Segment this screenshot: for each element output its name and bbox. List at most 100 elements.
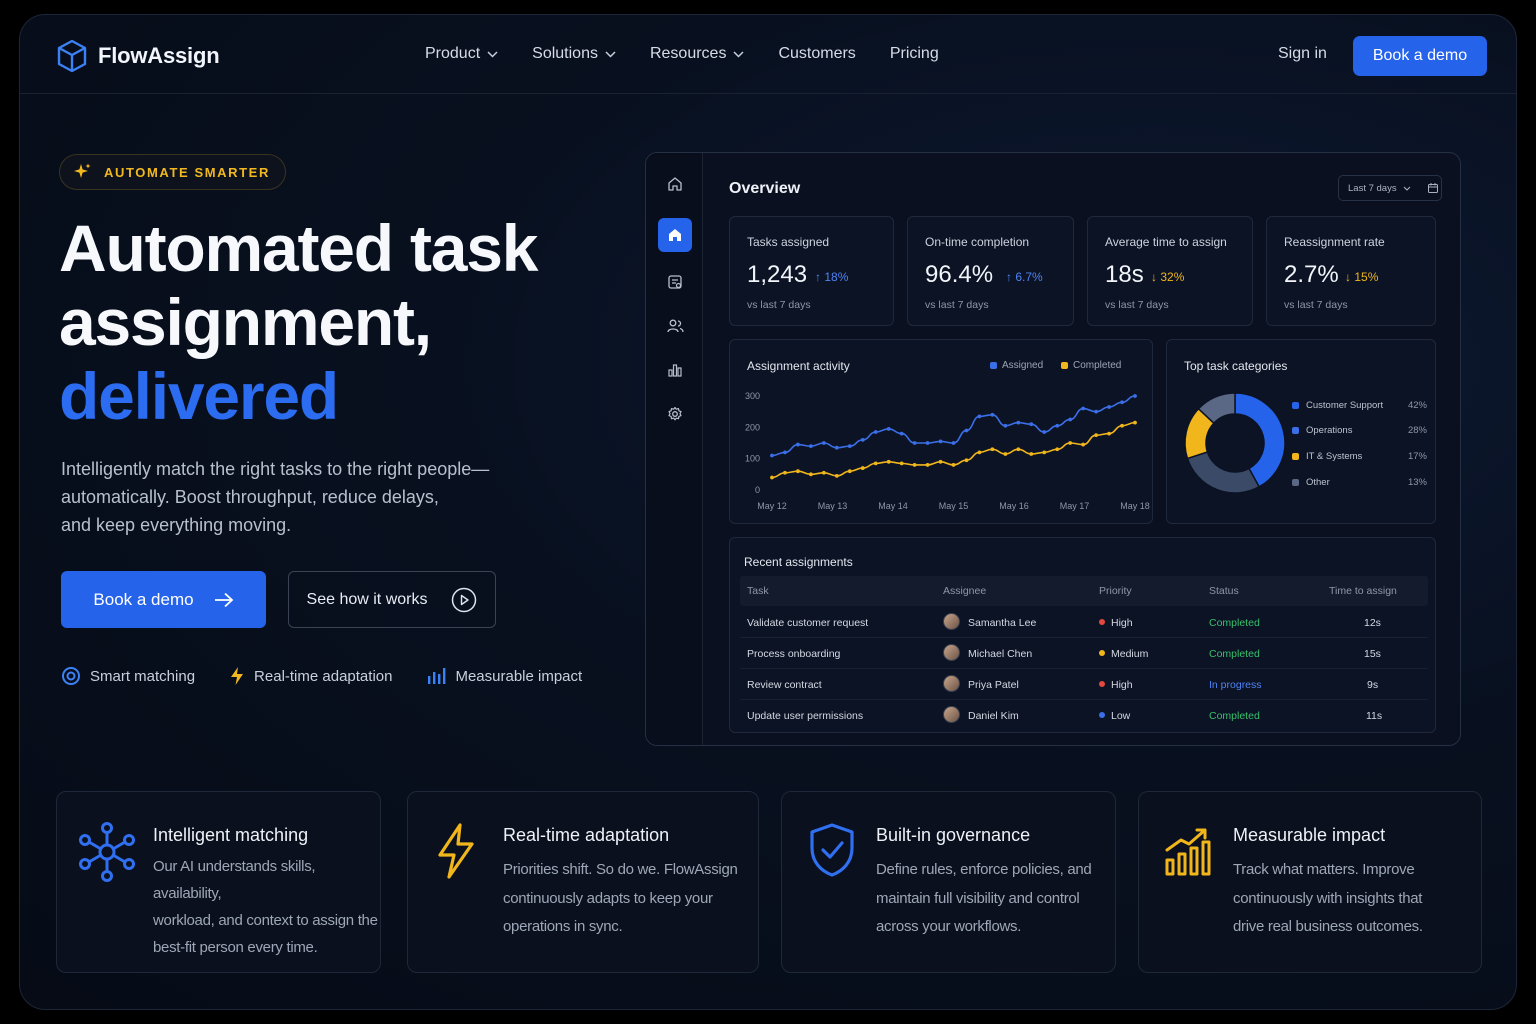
- chevron-down-icon: [605, 51, 616, 58]
- stat-label: Average time to assign: [1105, 235, 1227, 249]
- cell-task: Process onboarding: [747, 648, 841, 660]
- data-point-assigned: [1016, 420, 1021, 425]
- category-row: Other 13%: [1292, 477, 1427, 488]
- stat-delta-value: 15%: [1354, 270, 1379, 284]
- hero-book-demo-button[interactable]: Book a demo: [61, 571, 266, 628]
- top-categories-panel: Top task categories Customer Support 42% …: [1166, 339, 1436, 524]
- stat-card-tasks-assigned: Tasks assigned 1,243 ↑ 18% vs last 7 day…: [729, 216, 894, 326]
- subtitle-line: automatically. Boost throughput, reduce …: [61, 487, 439, 507]
- feature-body: Define rules, enforce policies, and main…: [876, 856, 1092, 942]
- feature-body-line: continuously adapts to keep your: [503, 889, 713, 907]
- feature-body-line: workload, and context to assign the: [153, 912, 378, 929]
- data-point-assigned: [1068, 417, 1073, 422]
- column-header[interactable]: Assignee: [943, 585, 986, 597]
- highlight-real-time-adaptation: Real-time adaptation: [229, 666, 392, 686]
- menu-item-resources[interactable]: Resources: [650, 45, 744, 63]
- home-outline-icon: [668, 177, 682, 191]
- feature-body-line: Our AI understands skills, availability,: [153, 858, 316, 902]
- data-point-completed: [783, 470, 787, 475]
- panel-title: Top task categories: [1184, 359, 1288, 373]
- data-point-assigned: [938, 439, 943, 444]
- sidebar-users[interactable]: [658, 309, 692, 343]
- table-row[interactable]: Process onboarding Michael Chen Medium C…: [740, 638, 1428, 669]
- data-point-completed: [834, 474, 839, 478]
- lightning-icon: [231, 667, 244, 685]
- feature-body-line: best-fit person every time.: [153, 939, 318, 956]
- feature-body-line: across your workflows.: [876, 918, 1022, 935]
- lightning-icon: [438, 823, 474, 879]
- column-header[interactable]: Task: [747, 585, 769, 597]
- data-point-completed: [990, 447, 995, 452]
- column-header[interactable]: Status: [1209, 585, 1239, 597]
- menu-item-customers[interactable]: Customers: [778, 45, 855, 63]
- feature-title: Built-in governance: [876, 825, 1031, 845]
- feature-title: Real-time adaptation: [503, 825, 670, 845]
- cell-task: Review contract: [747, 679, 822, 691]
- category-label: Other: [1306, 477, 1330, 488]
- data-point-assigned: [912, 441, 917, 445]
- sidebar-home-outline[interactable]: [658, 167, 692, 201]
- feature-title: Measurable impact: [1233, 825, 1386, 845]
- stat-label: Reassignment rate: [1284, 235, 1385, 249]
- menu-label: Resources: [649, 45, 727, 62]
- menu-item-solutions[interactable]: Solutions: [532, 45, 616, 63]
- category-swatch: [1292, 479, 1299, 486]
- stat-foot: vs last 7 days: [1284, 299, 1348, 311]
- data-point-assigned: [847, 444, 852, 449]
- avatar: [943, 675, 960, 692]
- sign-in-link[interactable]: Sign in: [1278, 45, 1327, 63]
- data-point-assigned: [783, 450, 787, 455]
- cell-priority: Low: [1099, 710, 1130, 722]
- data-point-completed: [796, 469, 800, 474]
- growth-chart-icon: [1165, 828, 1211, 876]
- sidebar-home-active[interactable]: [658, 218, 692, 252]
- sidebar-analytics[interactable]: [658, 353, 692, 387]
- panel-title: Recent assignments: [744, 555, 853, 569]
- cell-status: In progress: [1209, 679, 1262, 691]
- see-how-it-works-button[interactable]: See how it works: [288, 571, 496, 628]
- table-row[interactable]: Review contract Priya Patel High In prog…: [740, 669, 1428, 700]
- date-range-select[interactable]: Last 7 days: [1338, 175, 1442, 201]
- column-header[interactable]: Priority: [1099, 585, 1132, 597]
- data-point-assigned: [977, 414, 982, 419]
- column-header[interactable]: Time to assign: [1329, 585, 1397, 597]
- data-point-assigned: [1081, 406, 1086, 411]
- menu-item-product[interactable]: Product: [425, 45, 498, 63]
- data-point-assigned: [1003, 423, 1008, 428]
- data-point-completed: [912, 463, 917, 467]
- cell-assignee: Priya Patel: [968, 679, 1019, 691]
- sidebar-settings[interactable]: [658, 397, 692, 431]
- data-point-completed: [938, 459, 943, 464]
- feature-body-line: Priorities shift. So do we. FlowAssign: [503, 861, 738, 878]
- stat-delta: ↑ 6.7%: [1006, 270, 1043, 284]
- stat-value: 96.4%: [925, 261, 994, 288]
- cell-status: Completed: [1209, 710, 1260, 722]
- bar-chart-icon: [428, 668, 446, 684]
- data-point-completed: [977, 450, 982, 455]
- series-line-assigned: [771, 395, 1136, 457]
- nav-book-demo-button[interactable]: Book a demo: [1353, 36, 1487, 76]
- x-tick-label: May 12: [757, 501, 787, 511]
- data-point-assigned: [1133, 394, 1137, 398]
- x-tick-label: May 17: [1060, 501, 1090, 511]
- cell-assignee: Samantha Lee: [968, 617, 1037, 629]
- hero-subtitle: Intelligently match the right tasks to t…: [61, 455, 531, 539]
- cell-status: Completed: [1209, 617, 1260, 629]
- top-nav: FlowAssign Product Solutions Resources C…: [20, 15, 1516, 94]
- category-label: IT & Systems: [1306, 451, 1363, 462]
- stat-value: 18s: [1105, 261, 1144, 288]
- stat-delta: ↓ 32%: [1151, 270, 1185, 284]
- table-row[interactable]: Validate customer request Samantha Lee H…: [740, 607, 1428, 638]
- stat-label: On-time completion: [925, 235, 1030, 249]
- sidebar-tasks[interactable]: [658, 265, 692, 299]
- highlight-label: Real-time adaptation: [254, 667, 393, 685]
- button-label: See how it works: [306, 590, 428, 608]
- menu-item-pricing[interactable]: Pricing: [890, 45, 939, 63]
- feature-body-line: operations in sync.: [503, 918, 623, 935]
- data-point-completed: [1055, 447, 1060, 452]
- table-row[interactable]: Update user permissions Daniel Kim Low C…: [740, 700, 1428, 731]
- cell-time: 11s: [1366, 710, 1383, 722]
- logo[interactable]: FlowAssign: [57, 39, 220, 73]
- data-point-completed: [770, 475, 774, 480]
- data-point-completed: [1042, 450, 1047, 455]
